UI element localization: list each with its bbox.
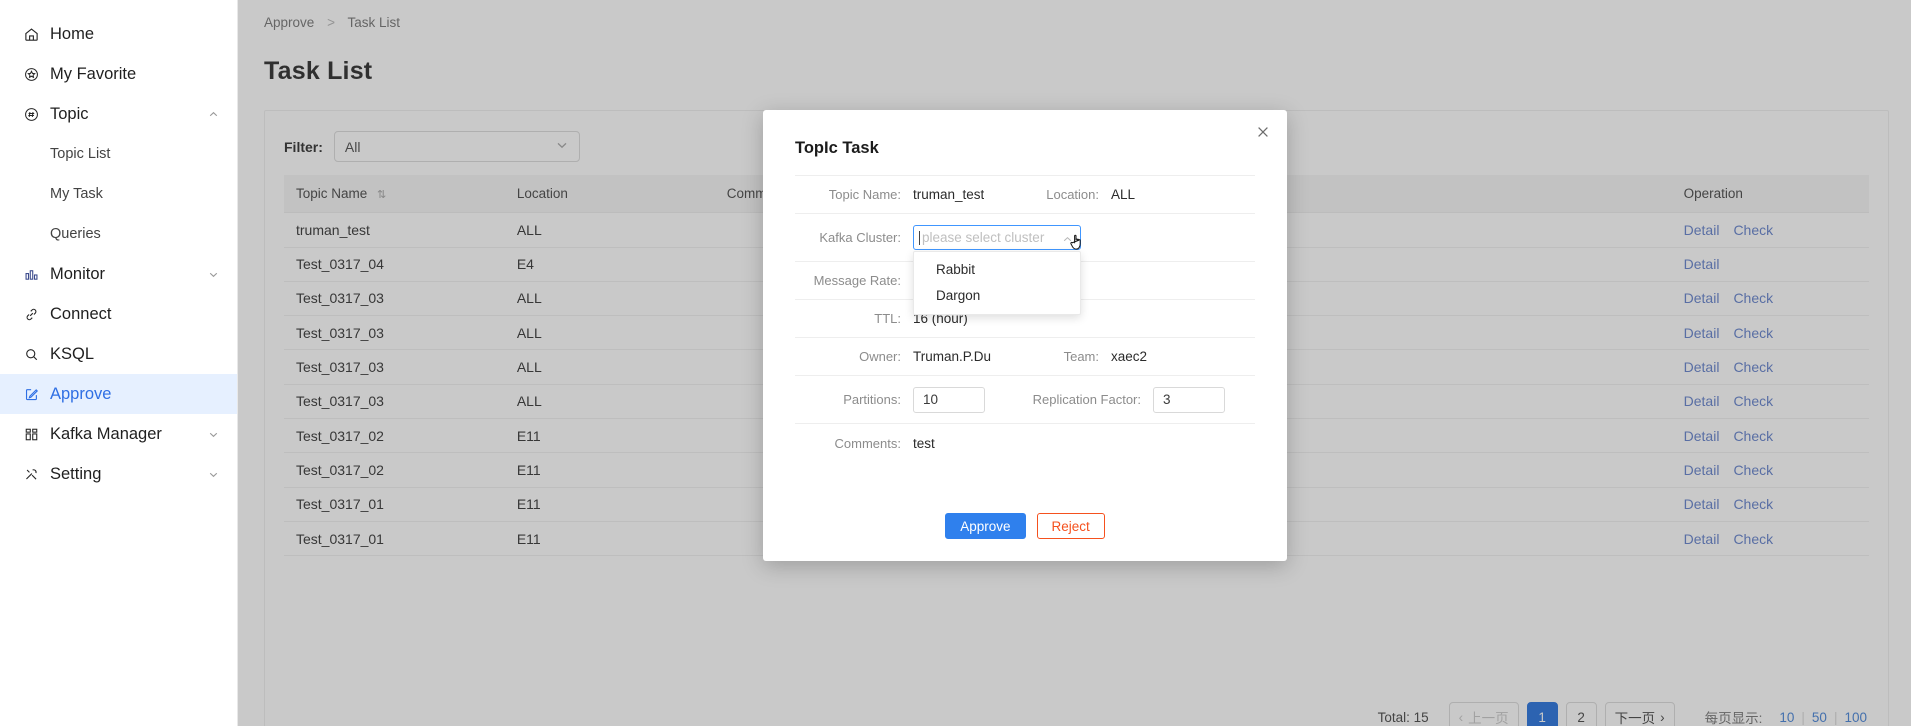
replication-factor-input[interactable]: 3 bbox=[1153, 386, 1225, 413]
field-owner: Owner: Truman.P.Du bbox=[795, 349, 1025, 364]
sidebar-item-label: Approve bbox=[50, 384, 112, 403]
modal-form: Topic Name: truman_test Location: ALL Ka… bbox=[795, 175, 1255, 462]
field-location: Location: ALL bbox=[1025, 187, 1255, 202]
form-row-comments: Comments: test bbox=[795, 424, 1255, 462]
sidebar-item-topic-list[interactable]: Topic List bbox=[0, 134, 237, 174]
sidebar-item-label: Kafka Manager bbox=[50, 424, 162, 443]
form-row-kafka-cluster: Kafka Cluster: please select cluster Rab… bbox=[795, 214, 1255, 315]
sidebar-item-monitor[interactable]: Monitor bbox=[0, 254, 237, 294]
field-topic-name: Topic Name: truman_test bbox=[795, 187, 1025, 202]
sidebar-item-home[interactable]: Home bbox=[0, 14, 237, 54]
kafka-cluster-select-wrap: please select cluster Rabbit Dargon bbox=[913, 225, 1081, 315]
sidebar-item-my-favorite[interactable]: My Favorite bbox=[0, 54, 237, 94]
sidebar-item-kafka-manager[interactable]: Kafka Manager bbox=[0, 414, 237, 454]
sidebar-item-label: Connect bbox=[50, 304, 112, 323]
partitions-input[interactable]: 10 bbox=[913, 386, 985, 413]
label-kafka-cluster: Kafka Cluster: bbox=[819, 230, 901, 245]
kafka-cluster-select[interactable]: please select cluster bbox=[913, 225, 1081, 250]
hash-circle-icon bbox=[20, 107, 42, 122]
sidebar-item-label: Home bbox=[50, 24, 95, 43]
sidebar-item-label: Monitor bbox=[50, 264, 106, 283]
app-root: Home My Favorite Topic Topic List My Tas… bbox=[0, 0, 1911, 726]
label-comments: Comments: bbox=[834, 435, 901, 451]
search-icon bbox=[20, 347, 42, 362]
edit-square-icon bbox=[20, 387, 42, 402]
bar-chart-icon bbox=[20, 267, 42, 282]
star-circle-icon bbox=[20, 67, 42, 82]
sidebar-subitem-label: Queries bbox=[50, 226, 101, 242]
topic-task-modal: TopIc Task Topic Name: truman_test Locat… bbox=[763, 110, 1287, 561]
value-owner: Truman.P.Du bbox=[913, 349, 992, 364]
sidebar-subitem-label: My Task bbox=[50, 186, 103, 202]
chevron-down-icon[interactable] bbox=[208, 429, 219, 440]
value-topic-name: truman_test bbox=[913, 187, 985, 202]
label-ttl: TTL: bbox=[874, 311, 901, 326]
sidebar-item-approve[interactable]: Approve bbox=[0, 374, 237, 414]
modal-title: TopIc Task bbox=[795, 139, 879, 157]
sidebar-subitem-label: Topic List bbox=[50, 146, 111, 162]
dropdown-option-rabbit[interactable]: Rabbit bbox=[914, 256, 1080, 282]
form-row-topic-name: Topic Name: truman_test Location: ALL bbox=[795, 176, 1255, 214]
main-content: Approve > Task List Task List Filter: Al… bbox=[238, 0, 1911, 726]
sidebar-item-label: Setting bbox=[50, 464, 102, 483]
tools-icon bbox=[20, 467, 42, 482]
value-comments: test bbox=[913, 435, 935, 451]
kafka-cluster-dropdown: Rabbit Dargon bbox=[913, 251, 1081, 315]
field-kafka-cluster: Kafka Cluster: please select cluster Rab… bbox=[795, 225, 1255, 315]
label-message-rate: Message Rate: bbox=[813, 273, 901, 288]
sidebar-item-connect[interactable]: Connect bbox=[0, 294, 237, 334]
approve-button[interactable]: Approve bbox=[945, 513, 1026, 539]
reject-button[interactable]: Reject bbox=[1036, 513, 1105, 539]
label-location: Location: bbox=[1046, 187, 1099, 202]
value-location: ALL bbox=[1111, 187, 1136, 202]
sidebar-item-label: KSQL bbox=[50, 344, 95, 363]
dropdown-option-dargon[interactable]: Dargon bbox=[914, 282, 1080, 308]
chevron-down-icon[interactable] bbox=[208, 269, 219, 280]
sidebar-item-label: My Favorite bbox=[50, 64, 137, 83]
label-topic-name: Topic Name: bbox=[828, 187, 901, 202]
label-team: Team: bbox=[1063, 349, 1099, 364]
sidebar-item-label: Topic bbox=[50, 104, 89, 123]
chevron-up-icon bbox=[1062, 231, 1073, 245]
modal-footer: Approve Reject bbox=[763, 513, 1287, 539]
label-owner: Owner: bbox=[859, 349, 901, 364]
link-icon bbox=[20, 307, 42, 322]
sidebar-item-setting[interactable]: Setting bbox=[0, 454, 237, 494]
label-partitions: Partitions: bbox=[843, 392, 901, 407]
field-replication-factor: Replication Factor: 3 bbox=[1025, 386, 1255, 413]
grid-icon bbox=[20, 427, 42, 442]
sidebar-item-topic[interactable]: Topic bbox=[0, 94, 237, 134]
chevron-down-icon[interactable] bbox=[208, 469, 219, 480]
sidebar: Home My Favorite Topic Topic List My Tas… bbox=[0, 0, 238, 726]
field-partitions: Partitions: 10 bbox=[795, 386, 1025, 413]
close-icon[interactable] bbox=[1252, 121, 1274, 143]
sidebar-item-ksql[interactable]: KSQL bbox=[0, 334, 237, 374]
sidebar-item-queries[interactable]: Queries bbox=[0, 214, 237, 254]
field-team: Team: xaec2 bbox=[1025, 349, 1255, 364]
field-comments: Comments: test bbox=[795, 436, 1255, 451]
label-replication-factor: Replication Factor: bbox=[1032, 392, 1141, 407]
kafka-cluster-placeholder: please select cluster bbox=[918, 230, 1045, 245]
home-icon bbox=[20, 27, 42, 42]
sidebar-item-my-task[interactable]: My Task bbox=[0, 174, 237, 214]
value-team: xaec2 bbox=[1111, 349, 1148, 364]
form-row-owner-team: Owner: Truman.P.Du Team: xaec2 bbox=[795, 338, 1255, 376]
chevron-up-icon[interactable] bbox=[208, 109, 219, 120]
form-row-partitions-replication: Partitions: 10 Replication Factor: 3 bbox=[795, 376, 1255, 424]
